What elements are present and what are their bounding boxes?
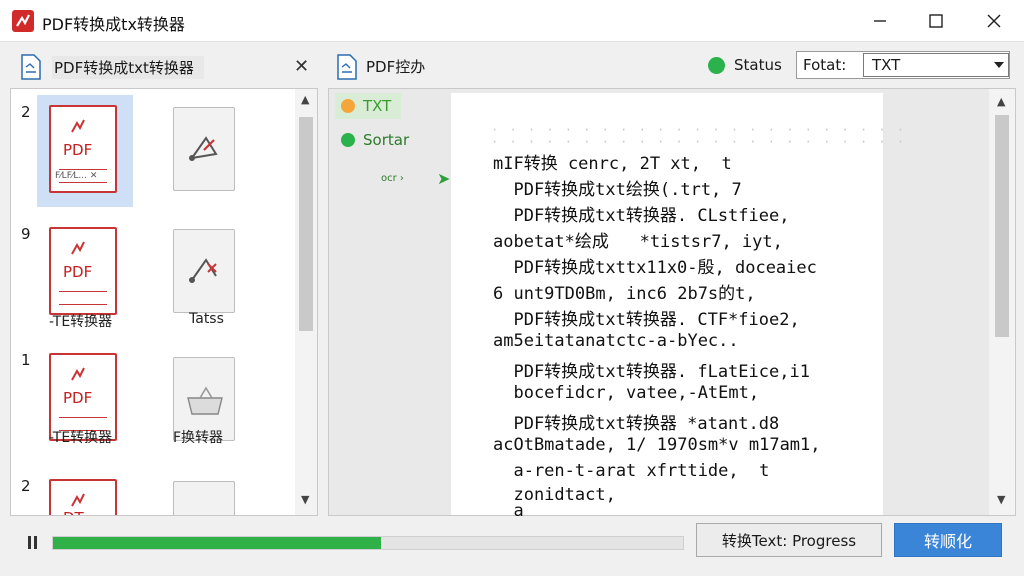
preview-panel: TXT Sortar ocr › ➤ · · · · · · · · · · ·… bbox=[328, 88, 1016, 521]
preview-line: PDF转换成txt转换器. CTF*fioe2, bbox=[493, 310, 800, 330]
text-preview-page: · · · · · · · · · · · · · · · · · · · · … bbox=[451, 93, 904, 521]
close-window-button[interactable] bbox=[966, 0, 1022, 42]
preview-title: PDF控办 bbox=[366, 58, 426, 76]
tag-label: Sortar bbox=[363, 131, 410, 149]
scroll-up-icon[interactable]: ▲ bbox=[997, 95, 1005, 108]
row-number: 2 bbox=[21, 103, 31, 121]
preview-line: 6 unt9TD0Bm, inc6 2b7s的t, bbox=[493, 284, 756, 304]
converted-thumbnail[interactable] bbox=[173, 107, 235, 191]
close-icon bbox=[987, 14, 1001, 28]
scrollbar-thumb[interactable] bbox=[995, 115, 1009, 337]
converted-thumbnail[interactable] bbox=[173, 229, 235, 313]
convert-button[interactable]: 转顺化 bbox=[894, 523, 1002, 557]
format-selector: Fotat: TXT bbox=[796, 51, 1010, 79]
row-number: 9 bbox=[21, 225, 31, 243]
preview-line: PDF转换成txt转换器 *atant.d8 bbox=[493, 414, 780, 434]
preview-line: acOtBmatade, 1/ 1970sm*v m17am1, bbox=[493, 435, 821, 455]
pdf-label: PDF bbox=[63, 141, 93, 159]
convert-arrow-icon bbox=[189, 258, 217, 283]
thumbnail-scrollbar[interactable]: ▲ ▼ bbox=[295, 89, 317, 515]
faded-text: · · · · · · · · · · · · · · · · · · · · … bbox=[491, 135, 907, 149]
app-logo-icon bbox=[12, 10, 34, 32]
thumbnail-list: 2 PDF F⁄LF⁄L... ✕ 9 PDF -TE转换器 Tatss 1 P… bbox=[10, 88, 318, 516]
minimize-icon bbox=[874, 20, 886, 22]
row-number: 2 bbox=[21, 477, 31, 495]
green-dot-icon bbox=[341, 133, 355, 147]
status-label: Status bbox=[734, 56, 782, 74]
maximize-button[interactable] bbox=[908, 0, 964, 42]
preview-line: PDF转换成txt绘换(.trt, 7 bbox=[493, 180, 742, 200]
scroll-up-icon[interactable]: ▲ bbox=[301, 93, 309, 106]
minimize-button[interactable] bbox=[852, 0, 908, 42]
preview-line: PDF转换成txt转换器. fLatEice,i1 bbox=[493, 362, 810, 382]
pdf-label: DT bbox=[63, 509, 84, 515]
format-label: Fotat: bbox=[803, 56, 847, 74]
preview-line: PDF转换成txttx11x0-殷, doceaiec bbox=[493, 258, 817, 278]
preview-line: am5eitatanatctc-a-bYec.. bbox=[493, 331, 739, 351]
list-item[interactable]: 1 PDF -TE转换器 F换转器 bbox=[11, 343, 295, 463]
scroll-down-icon[interactable]: ▼ bbox=[997, 493, 1005, 506]
arrow-right-icon: ➤ bbox=[437, 169, 451, 188]
convert-arrow-icon bbox=[189, 136, 218, 161]
preview-scrollbar[interactable]: ▲ ▼ bbox=[989, 89, 1015, 515]
scrollbar-thumb[interactable] bbox=[299, 117, 313, 331]
preview-line: a bbox=[493, 501, 524, 521]
tray-icon bbox=[187, 386, 223, 415]
ocr-link[interactable]: ocr › bbox=[381, 173, 404, 184]
tag-txt[interactable]: TXT bbox=[335, 93, 402, 119]
pdf-logo-icon bbox=[71, 367, 85, 381]
progress-bar bbox=[52, 536, 684, 550]
pdf-thumbnail[interactable]: PDF F⁄LF⁄L... ✕ bbox=[49, 105, 117, 193]
title-bar: PDF转换成tx转换器 bbox=[0, 0, 1024, 42]
pdf-logo-icon bbox=[71, 241, 85, 255]
preview-line: PDF转换成txt转换器. CLstfiee, bbox=[493, 206, 790, 226]
converted-thumbnail[interactable] bbox=[173, 481, 235, 515]
pdf-label: PDF bbox=[63, 263, 93, 281]
pdf-logo-icon bbox=[71, 493, 85, 507]
preview-line: aobetat*绘成 *tistsr7, iyt, bbox=[493, 232, 783, 252]
preview-line: a-ren-t-arat xfrttide, t bbox=[493, 461, 770, 481]
thumbnail-caption: Tatss bbox=[189, 311, 224, 327]
thumbnail-caption: -TE转换器 bbox=[49, 430, 113, 446]
progress-fill bbox=[53, 537, 381, 549]
preview-line: mIF转换 cenrc, 2T xt, t bbox=[493, 154, 732, 174]
tag-label: TXT bbox=[363, 97, 392, 115]
window-title: PDF转换成tx转换器 bbox=[42, 15, 185, 34]
document-icon bbox=[337, 54, 357, 80]
format-value: TXT bbox=[872, 56, 901, 74]
thumbnail-caption: -TE转换器 bbox=[49, 314, 113, 330]
maximize-icon bbox=[929, 14, 943, 28]
pdf-lines bbox=[59, 291, 107, 305]
file-list-title: PDF转换成txt转换器 bbox=[52, 56, 204, 79]
thumbnail-caption: F换转器 bbox=[173, 430, 224, 446]
chevron-down-icon[interactable] bbox=[990, 54, 1008, 76]
file-list-header: PDF转换成txt转换器 ✕ bbox=[8, 48, 320, 86]
document-icon bbox=[21, 54, 41, 80]
scroll-down-icon[interactable]: ▼ bbox=[301, 493, 309, 506]
progress-button[interactable]: 转换Text: Progress bbox=[696, 523, 882, 557]
preview-line: bocefidcr, vatee,-AtEmt, bbox=[493, 383, 760, 403]
row-number: 1 bbox=[21, 351, 31, 369]
pause-icon[interactable] bbox=[26, 536, 40, 550]
file-list-panel: PDF转换成txt转换器 ✕ 2 PDF F⁄LF⁄L... ✕ 9 PDF -… bbox=[8, 48, 320, 516]
list-item[interactable]: 9 PDF -TE转换器 Tatss bbox=[11, 217, 295, 337]
orange-dot-icon bbox=[341, 99, 355, 113]
pdf-footer-text: F⁄LF⁄L... ✕ bbox=[55, 171, 98, 181]
pdf-logo-icon bbox=[71, 119, 85, 133]
status-indicator-icon bbox=[708, 57, 725, 74]
tag-sortar[interactable]: Sortar bbox=[335, 127, 419, 153]
format-dropdown[interactable]: TXT bbox=[863, 53, 1009, 77]
pdf-thumbnail[interactable]: PDF bbox=[49, 227, 117, 315]
list-item[interactable]: 2 DT bbox=[11, 469, 295, 515]
pdf-label: PDF bbox=[63, 389, 93, 407]
list-item[interactable]: 2 PDF F⁄LF⁄L... ✕ bbox=[11, 95, 295, 215]
pdf-thumbnail[interactable]: DT bbox=[49, 479, 117, 515]
close-panel-button[interactable]: ✕ bbox=[294, 56, 309, 77]
